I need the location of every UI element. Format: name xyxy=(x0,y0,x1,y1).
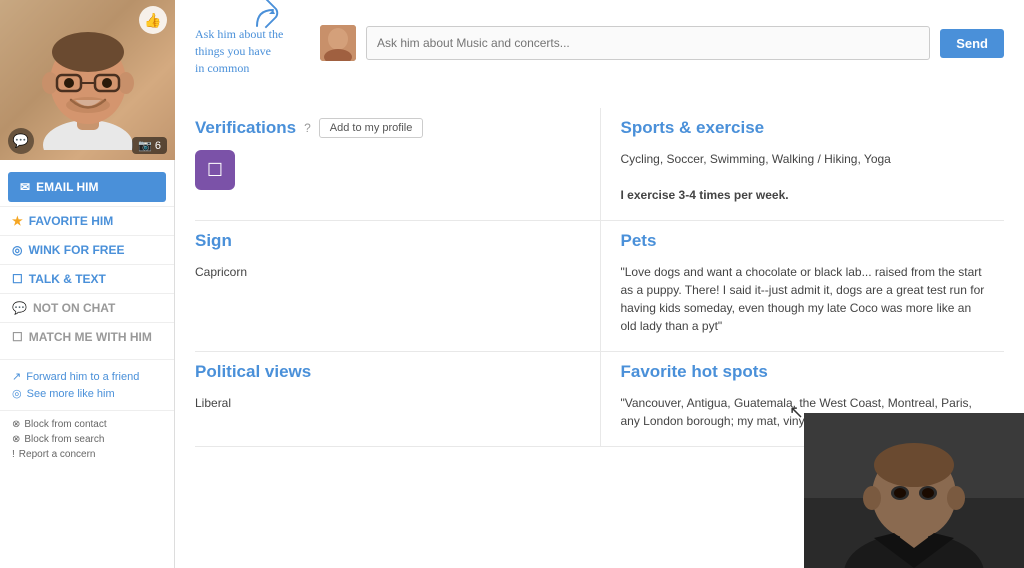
phone-icon: ☐ xyxy=(12,272,23,286)
not-on-chat-button: 💬 NOT ON CHAT xyxy=(0,293,174,322)
profile-grid: Verifications ? Add to my profile ☐ Spor… xyxy=(195,108,1004,447)
sports-title: Sports & exercise xyxy=(621,118,991,138)
forward-friend-link[interactable]: ↗ Forward him to a friend xyxy=(12,368,162,385)
ask-avatar xyxy=(320,25,356,61)
sidebar-links: ↗ Forward him to a friend ◎ See more lik… xyxy=(0,359,174,410)
email-him-button[interactable]: ✉ EMAIL HIM xyxy=(8,172,166,202)
block-search-icon: ⊗ xyxy=(12,434,20,445)
verifications-section: Verifications ? Add to my profile ☐ xyxy=(195,108,600,221)
political-title: Political views xyxy=(195,362,586,382)
ask-label: Ask him about the things you have in com… xyxy=(195,10,310,76)
camera-feed xyxy=(804,413,1024,568)
wink-icon: ◎ xyxy=(12,243,22,257)
send-button[interactable]: Send xyxy=(940,29,1004,58)
match-icon: ☐ xyxy=(12,330,23,344)
hotspots-title: Favorite hot spots xyxy=(621,362,991,382)
email-icon: ✉ xyxy=(20,180,30,194)
block-search-link[interactable]: ⊗ Block from search xyxy=(12,432,162,447)
see-more-like-link[interactable]: ◎ See more like him xyxy=(12,385,162,402)
sign-section: Sign Capricorn xyxy=(195,221,600,352)
verifications-header: Verifications ? Add to my profile xyxy=(195,118,586,138)
sports-section: Sports & exercise Cycling, Soccer, Swimm… xyxy=(600,108,1005,221)
favorite-him-button[interactable]: ★ FAVORITE HIM xyxy=(0,206,174,235)
block-contact-link[interactable]: ⊗ Block from contact xyxy=(12,417,162,432)
political-content: Liberal xyxy=(195,394,586,412)
talk-text-button[interactable]: ☐ TALK & TEXT xyxy=(0,264,174,293)
sports-content: Cycling, Soccer, Swimming, Walking / Hik… xyxy=(621,150,991,204)
verif-help-icon[interactable]: ? xyxy=(304,121,311,135)
verification-badge: ☐ xyxy=(195,150,235,190)
report-icon: ! xyxy=(12,449,15,460)
political-section: Political views Liberal xyxy=(195,352,600,447)
forward-icon: ↗ xyxy=(12,370,21,383)
sidebar-actions: ✉ EMAIL HIM ★ FAVORITE HIM ◎ WINK FOR FR… xyxy=(0,160,174,359)
more-like-icon: ◎ xyxy=(12,387,22,400)
profile-photo[interactable]: 👍 💬 📷 6 xyxy=(0,0,175,160)
star-icon: ★ xyxy=(12,214,23,228)
like-icon[interactable]: 👍 xyxy=(139,6,167,34)
chat-bubble-icon: 💬 xyxy=(8,128,34,154)
ask-input[interactable] xyxy=(366,26,930,60)
chat-off-icon: 💬 xyxy=(12,301,27,315)
sign-content: Capricorn xyxy=(195,263,586,281)
add-to-profile-button[interactable]: Add to my profile xyxy=(319,118,424,138)
photo-count[interactable]: 📷 6 xyxy=(132,137,167,154)
ask-section: Ask him about the things you have in com… xyxy=(195,10,1004,90)
block-contact-icon: ⊗ xyxy=(12,419,20,430)
match-me-button: ☐ MATCH ME WITH HIM xyxy=(0,322,174,351)
sidebar: 👍 💬 📷 6 ✉ EMAIL HIM ★ FAVORITE HIM ◎ WIN… xyxy=(0,0,175,568)
report-concern-link[interactable]: ! Report a concern xyxy=(12,447,162,462)
sidebar-small-links: ⊗ Block from contact ⊗ Block from search… xyxy=(0,410,174,468)
pets-content: "Love dogs and want a chocolate or black… xyxy=(621,263,991,335)
wink-button[interactable]: ◎ WINK FOR FREE xyxy=(0,235,174,264)
pets-section: Pets "Love dogs and want a chocolate or … xyxy=(600,221,1005,352)
pets-title: Pets xyxy=(621,231,991,251)
sign-title: Sign xyxy=(195,231,586,251)
